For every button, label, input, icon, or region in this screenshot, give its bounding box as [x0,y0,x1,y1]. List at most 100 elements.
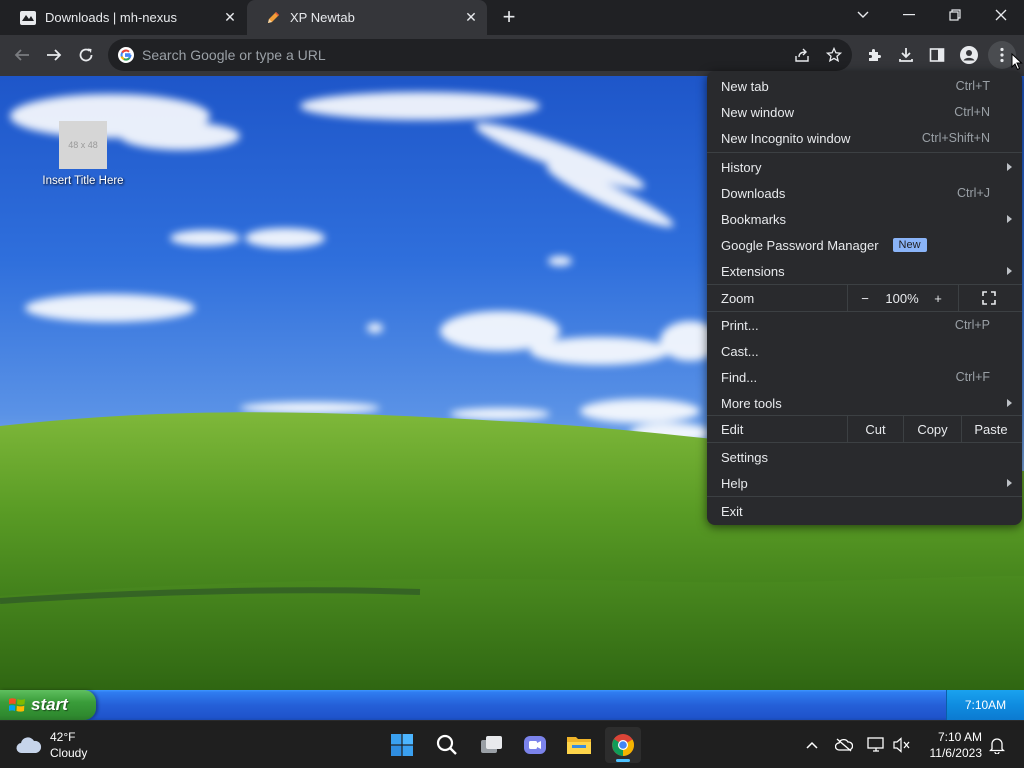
menu-item-extensions[interactable]: Extensions [707,258,1022,284]
xp-tray-clock: 7:10AM [946,690,1024,720]
back-arrow-icon[interactable] [8,41,36,69]
tab-downloads-mh-nexus[interactable]: Downloads | mh-nexus ✕ [2,0,246,35]
menu-item-history[interactable]: History [707,154,1022,180]
menu-item-help[interactable]: Help [707,470,1022,496]
mouse-cursor-icon [1011,53,1023,71]
menu-item-label: Print... [721,317,759,333]
menu-item-label: Settings [721,449,768,465]
forward-arrow-icon[interactable] [40,41,68,69]
teams-chat-icon[interactable] [517,727,553,763]
menu-item-label: Downloads [721,185,786,201]
file-explorer-icon[interactable] [561,727,597,763]
chrome-app-menu: New tab Ctrl+T New window Ctrl+N New Inc… [707,71,1022,525]
desktop-shortcut-label: Insert Title Here [42,175,124,187]
xp-taskbar: start 7:10AM [0,690,1024,720]
onedrive-cloud-icon[interactable] [834,735,854,755]
zoom-out-button[interactable]: − [848,285,882,311]
address-bar[interactable]: Search Google or type a URL [108,39,852,71]
menu-item-label: Help [721,475,748,491]
active-app-indicator [616,759,630,762]
menu-item-label: Exit [721,503,743,519]
reload-icon[interactable] [72,41,100,69]
windows-xp-flag-icon [9,698,25,712]
cut-button[interactable]: Cut [848,416,903,442]
menu-separator [707,152,1022,153]
network-monitor-icon[interactable] [866,735,886,755]
menu-item-new-incognito-window[interactable]: New Incognito window Ctrl+Shift+N [707,125,1022,151]
side-panel-icon[interactable] [923,41,951,69]
menu-separator [707,442,1022,443]
chrome-taskbar-icon[interactable] [605,727,641,763]
submenu-arrow-icon [1007,215,1012,223]
task-view-icon[interactable] [473,727,509,763]
submenu-arrow-icon [1007,267,1012,275]
submenu-arrow-icon [1007,399,1012,407]
download-icon[interactable] [892,41,920,69]
menu-item-label: Edit [721,421,744,437]
close-tab-icon[interactable]: ✕ [220,8,240,28]
menu-item-shortcut: Ctrl+T [955,79,990,93]
menu-item-downloads[interactable]: Downloads Ctrl+J [707,180,1022,206]
windows-taskbar: 42°F Cloudy 7:10 AM 11/6/2023 [0,720,1024,768]
menu-item-shortcut: Ctrl+Shift+N [921,131,990,145]
windows-start-icon[interactable] [384,727,420,763]
fullscreen-icon[interactable] [959,285,1019,311]
menu-item-shortcut: Ctrl+J [957,186,990,200]
browser-toolbar: Search Google or type a URL [0,35,1024,76]
menu-item-new-tab[interactable]: New tab Ctrl+T [707,73,1022,99]
menu-item-print[interactable]: Print... Ctrl+P [707,312,1022,338]
menu-item-label: More tools [721,395,782,411]
menu-item-cast[interactable]: Cast... [707,338,1022,364]
tab-title: Downloads | mh-nexus [45,10,177,25]
omnibox-placeholder: Search Google or type a URL [142,47,326,63]
submenu-arrow-icon [1007,479,1012,487]
extensions-puzzle-icon[interactable] [860,41,888,69]
show-hidden-icons-chevron-icon[interactable] [802,735,822,755]
tab-xp-newtab[interactable]: XP Newtab ✕ [247,0,487,35]
system-clock[interactable]: 7:10 AM 11/6/2023 [930,729,983,761]
menu-item-settings[interactable]: Settings [707,444,1022,470]
menu-item-label: Bookmarks [721,211,787,227]
restore-icon[interactable] [932,0,978,30]
copy-button[interactable]: Copy [904,416,961,442]
start-button[interactable]: start [0,690,96,720]
notification-bell-icon[interactable] [987,735,1007,755]
menu-item-label: Extensions [721,263,785,279]
profile-avatar-icon[interactable] [955,41,983,69]
weather-widget[interactable]: 42°F Cloudy [16,729,87,761]
menu-item-find[interactable]: Find... Ctrl+F [707,364,1022,390]
tab-search-chevron-icon[interactable] [840,0,886,30]
screen: Downloads | mh-nexus ✕ XP Newtab ✕ + Sea… [0,0,1024,768]
menu-item-bookmarks[interactable]: Bookmarks [707,206,1022,232]
menu-item-exit[interactable]: Exit [707,498,1022,524]
minimize-icon[interactable] [886,0,932,30]
submenu-arrow-icon [1007,163,1012,171]
clock-time: 7:10 AM [937,730,982,744]
weather-temp: 42°F [50,730,76,744]
zoom-in-button[interactable]: + [922,285,954,311]
menu-item-more-tools[interactable]: More tools [707,390,1022,416]
clock-date: 11/6/2023 [929,746,983,760]
search-icon[interactable] [429,727,465,763]
paste-button[interactable]: Paste [962,416,1020,442]
menu-item-label: History [721,159,762,175]
speaker-muted-icon[interactable] [892,735,912,755]
close-tab-icon[interactable]: ✕ [461,8,481,28]
menu-item-new-window[interactable]: New window Ctrl+N [707,99,1022,125]
close-window-icon[interactable] [978,0,1024,30]
menu-separator [707,496,1022,497]
menu-item-label: New tab [721,78,769,94]
bookmark-star-icon[interactable] [824,45,844,65]
cloud-icon [16,737,42,754]
desktop-shortcut[interactable]: 48 x 48 Insert Title Here [38,121,128,187]
menu-item-label: Find... [721,369,758,385]
menu-item-label: Cast... [721,343,759,359]
menu-item-password-manager[interactable]: Google Password Manager New [707,232,1022,258]
menu-item-label: New window [721,104,794,120]
share-icon[interactable] [792,45,812,65]
new-tab-plus-icon[interactable]: + [498,6,520,28]
menu-item-label: Google Password Manager [721,237,879,253]
menu-item-shortcut: Ctrl+P [954,318,990,332]
zoom-level: 100% [885,290,919,306]
new-badge: New [892,238,927,252]
